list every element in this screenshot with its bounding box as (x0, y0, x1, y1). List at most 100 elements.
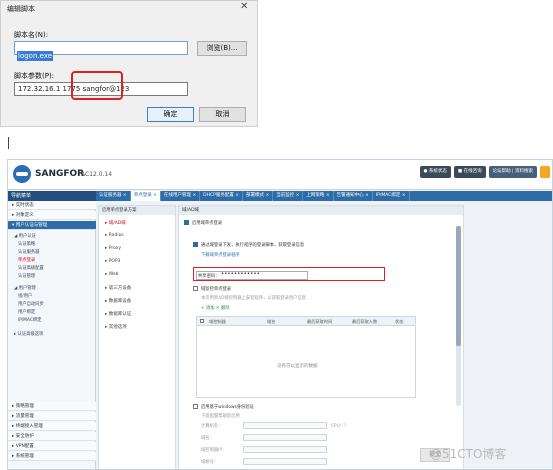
sso-item-other[interactable]: ▸ 其他选项 (105, 324, 127, 330)
watermark: @51CTO博客 (430, 447, 507, 461)
tab-deploy-mode[interactable]: 部署模式 × (243, 191, 274, 201)
computer-name-input[interactable] (243, 422, 327, 429)
ad-monitor-label: 域监控单点登录 (201, 287, 232, 292)
sso-item-radius[interactable]: ▸ Radius (105, 233, 124, 238)
dc-ip-input[interactable] (243, 446, 327, 453)
col-status: 状态 (395, 319, 404, 324)
script-name-value: logon.exe (17, 51, 54, 61)
windows-auth-checkbox[interactable] (193, 404, 198, 409)
sidebar-item-auth-advanced[interactable]: 认证高级配置 (18, 265, 44, 272)
dc-table-header: 域控制器 域名 最后获取时间 最后获取人数 状态 (197, 317, 415, 326)
text-cursor (8, 137, 9, 149)
windows-auth-label: 启用基于windows身份验证 (201, 405, 254, 410)
nav-menu-title: 导航菜单 (8, 191, 96, 201)
edit-script-dialog: 编辑脚本 ✕ 脚本名(N): logon.exe 浏览(B)... 脚本参数(P… (0, 0, 258, 127)
logon-script-checkbox[interactable] (193, 242, 198, 247)
admin-console: SANGFOR AC12.0.14 ● 系统状态 ■ 在线咨询 论坛帮助 | 资… (7, 159, 553, 470)
ok-button[interactable]: 确定 (147, 107, 194, 122)
logon-script-label: 通过域登录下发，执行程序的登录脚本，获取登录信息 (201, 243, 305, 248)
tab-auth-server[interactable]: 认证服务器 × (96, 191, 131, 201)
sidebar-head-policy[interactable]: ▸ 策略管理 (8, 402, 96, 411)
tab-alerts[interactable]: 告警通知中心 × (334, 191, 373, 201)
select-all-checkbox[interactable] (200, 319, 204, 323)
sidebar-item-auth-server[interactable]: 认证服务器 (18, 249, 39, 256)
tab-bar: 导航菜单 认证服务器 × 单点登录 × 在线用户管理 × DHCP服务配置 × … (8, 191, 552, 201)
sidebar-group-auth[interactable]: ◢ 用户认证 (14, 233, 36, 240)
add-delete-toolbar[interactable]: + 添加 ✕ 删除 (201, 305, 230, 311)
sidebar-item-ipmac[interactable]: IP/MAC绑定 (18, 317, 41, 324)
sidebar-head-objects[interactable]: ▸ 对象定义 (8, 211, 96, 220)
sangfor-logo-icon (13, 165, 31, 183)
col-last-time: 最后获取时间 (307, 319, 333, 324)
sidebar-head-security[interactable]: ▸ 安全防护 (8, 432, 96, 441)
scrollbar-thumb[interactable] (456, 226, 461, 346)
col-domain: 域名 (267, 319, 276, 324)
browse-button[interactable]: 浏览(B)... (197, 41, 247, 56)
field-label-dc-ip: 域控制器IP： (201, 448, 227, 453)
col-last-count: 最后获取人数 (352, 319, 378, 324)
field-label-domain: 域名： (201, 436, 214, 441)
download-sso-link[interactable]: 下载域单点登录程序 (201, 252, 240, 258)
tab-monitor[interactable]: 当前监控 × (273, 191, 304, 201)
field-label-computer: 计算机名： (201, 424, 223, 429)
sidebar-item-auth-policy[interactable]: 认证策略 (18, 241, 35, 248)
sidebar-group-users[interactable]: ◢ 用户管理 (14, 285, 36, 292)
sso-item-proxy[interactable]: ▸ Proxy (105, 246, 121, 251)
search-link[interactable]: 论坛帮助 | 资料搜索 (488, 166, 537, 178)
consult-link[interactable]: ■ 在线咨询 (453, 166, 486, 178)
user-icon[interactable] (540, 166, 550, 178)
close-icon[interactable]: ✕ (240, 1, 248, 12)
version-label: AC12.0.14 (81, 171, 113, 178)
sso-item-db-device[interactable]: ▸ 数据库设备 (105, 298, 131, 304)
sidebar-head-vpn[interactable]: ▸ VPN配置 (8, 442, 96, 451)
tab-sso[interactable]: 单点登录 × (130, 191, 161, 201)
table-empty-text: 没有可以显示的数据 (277, 364, 318, 369)
enable-sso-checkbox[interactable] (184, 220, 189, 225)
sidebar-item-user-sync[interactable]: 用户自动同步 (18, 301, 44, 308)
domain-account-input[interactable] (243, 458, 327, 465)
sso-item-ad[interactable]: ▸ 域/AD域 (105, 220, 126, 226)
sidebar-head-traffic[interactable]: ▸ 流量管理 (8, 412, 96, 421)
panel-scrollbar[interactable] (456, 226, 461, 406)
windows-auth-hint: 下面配置帮助您启用 (201, 414, 240, 419)
dialog-title: 编辑脚本 (7, 5, 35, 13)
tab-dhcp[interactable]: DHCP服务配置 × (200, 191, 244, 201)
panel-title: 域/AD域 (179, 206, 463, 215)
tab-online-users[interactable]: 在线用户管理 × (161, 191, 201, 201)
tab-policy[interactable]: 上网策略 × (303, 191, 334, 201)
sidebar-item-groups[interactable]: 组/用户 (18, 293, 32, 300)
field-suffix-cpu: CPU: ⓘ (331, 424, 347, 429)
sso-item-third-party[interactable]: ▸ 第三方设备 (105, 285, 131, 291)
sso-list-header: 启用单点登录方案 (99, 206, 175, 215)
domain-input[interactable] (243, 434, 327, 441)
sidebar-item-user-bind[interactable]: 用户绑定 (18, 309, 35, 316)
tab-ipmac[interactable]: IP/MAC绑定 × (373, 191, 410, 201)
col-dc: 域控制器 (209, 319, 226, 324)
enable-sso-label: 启用域单点登录 (192, 221, 223, 226)
sso-method-list: 启用单点登录方案 ▸ 域/AD域 ▸ Radius ▸ Proxy ▸ POP3… (98, 205, 176, 469)
sidebar-head-auth[interactable]: ▾ 用户认证与管理 (8, 221, 96, 230)
sso-item-web[interactable]: ▸ Web (105, 272, 119, 277)
sidebar-head-system[interactable]: ▸ 系统管理 (8, 452, 96, 461)
ad-monitor-hint: 本次用到AD域控制器上安装程序，以获取登录用户信息 (201, 296, 307, 301)
ad-monitor-checkbox[interactable] (193, 286, 198, 291)
sidebar-item-sso[interactable]: 单点登录 (18, 257, 35, 264)
status-link[interactable]: ● 系统状态 (419, 166, 451, 178)
sidebar-head-terminal[interactable]: ▸ 终端接入管理 (8, 422, 96, 431)
ad-sso-panel: 域/AD域 启用域单点登录 通过域登录下发，执行程序的登录脚本，获取登录信息 下… (178, 205, 464, 469)
sso-item-db-auth[interactable]: ▸ 数据库认证 (105, 311, 131, 317)
sidebar: ▸ 实时状态 ▸ 对象定义 ▾ 用户认证与管理 ◢ 用户认证 认证策略 认证服务… (8, 201, 96, 469)
sidebar-item-auth-options[interactable]: ▸ 认证高级选项 (14, 331, 43, 338)
highlight-box (71, 71, 123, 100)
script-name-label: 脚本名(N): (14, 31, 49, 39)
sidebar-head-status[interactable]: ▸ 实时状态 (8, 201, 96, 210)
sidebar-item-auth-manage[interactable]: 认证管理 (18, 273, 35, 280)
top-bar: SANGFOR AC12.0.14 ● 系统状态 ■ 在线咨询 论坛帮助 | 资… (8, 160, 552, 190)
script-params-label: 脚本参数(P): (14, 72, 55, 80)
brand-name: SANGFOR (35, 169, 85, 179)
field-label-account: 域帐号： (201, 460, 219, 465)
script-name-input[interactable]: logon.exe (14, 41, 188, 61)
top-links: ● 系统状态 ■ 在线咨询 论坛帮助 | 资料搜索 (419, 166, 550, 180)
sso-item-pop3[interactable]: ▸ POP3 (105, 259, 121, 264)
cancel-button[interactable]: 取消 (199, 107, 246, 122)
